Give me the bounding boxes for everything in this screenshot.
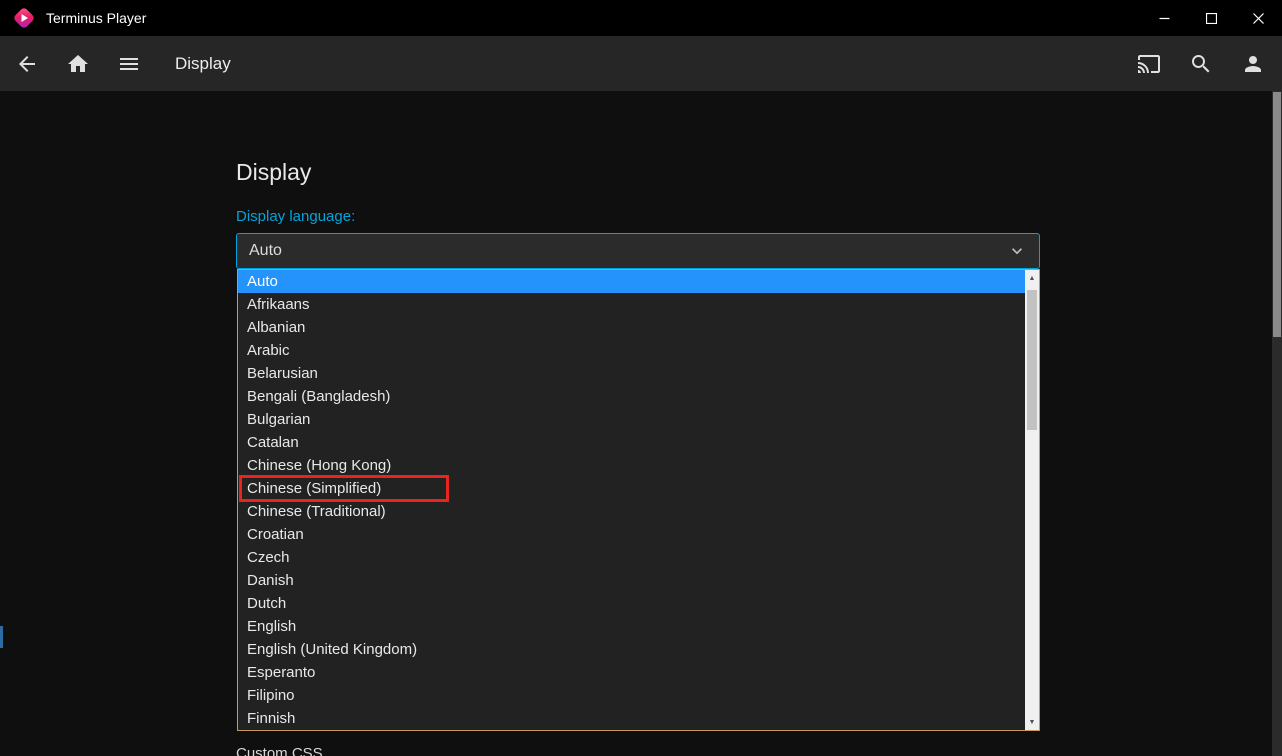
- select-current-value: Auto: [249, 242, 1007, 260]
- toolbar-page-title: Display: [175, 54, 231, 74]
- dropdown-option-label: Esperanto: [247, 664, 315, 681]
- chevron-down-icon: [1007, 241, 1027, 261]
- dropdown-option-label: Chinese (Simplified): [247, 480, 381, 497]
- dropdown-option[interactable]: Catalan: [238, 431, 1025, 454]
- cast-icon: [1137, 52, 1161, 76]
- search-icon: [1189, 52, 1213, 76]
- window-controls: [1141, 0, 1282, 36]
- dropdown-option-label: Dutch: [247, 595, 286, 612]
- page-scrollbar-thumb[interactable]: [1273, 92, 1281, 337]
- app-title: Terminus Player: [46, 10, 146, 26]
- dropdown-option-label: Danish: [247, 572, 294, 589]
- dropdown-option[interactable]: Filipino: [238, 684, 1025, 707]
- settings-page: Display Display language: Auto Auto Afrik…: [0, 91, 1282, 756]
- scroll-up-button[interactable]: ▲: [1025, 270, 1039, 286]
- language-dropdown-list: Auto Afrikaans Albanian Arabic Belarusian Ben…: [237, 269, 1040, 731]
- dropdown-option[interactable]: Chinese (Hong Kong): [238, 454, 1025, 477]
- left-edge-indicator: [0, 626, 3, 648]
- dropdown-option-label: Auto: [247, 273, 278, 290]
- dropdown-option-label: Arabic: [247, 342, 290, 359]
- dropdown-option[interactable]: Croatian: [238, 523, 1025, 546]
- dropdown-option-label: Finnish: [247, 710, 295, 727]
- close-button[interactable]: [1235, 0, 1282, 36]
- dropdown-option-label: English: [247, 618, 296, 635]
- app-toolbar: Display: [0, 36, 1282, 91]
- minimize-button[interactable]: [1141, 0, 1188, 36]
- dropdown-option[interactable]: Afrikaans: [238, 293, 1025, 316]
- close-icon: [1253, 13, 1264, 24]
- toolbar-right-actions: [1110, 36, 1266, 91]
- dropdown-scrollbar[interactable]: ▲ ▼: [1025, 270, 1039, 730]
- maximize-button[interactable]: [1188, 0, 1235, 36]
- dropdown-option[interactable]: Belarusian: [238, 362, 1025, 385]
- maximize-icon: [1206, 13, 1217, 24]
- dropdown-option[interactable]: Auto: [238, 270, 1025, 293]
- dropdown-option-label: Czech: [247, 549, 290, 566]
- dropdown-option[interactable]: Danish: [238, 569, 1025, 592]
- custom-css-heading: Custom CSS: [236, 745, 323, 756]
- search-button[interactable]: [1188, 51, 1214, 77]
- dropdown-option[interactable]: Chinese (Simplified): [238, 477, 1025, 500]
- dropdown-option-label: Chinese (Traditional): [247, 503, 386, 520]
- dropdown-option-label: English (United Kingdom): [247, 641, 417, 658]
- dropdown-option-label: Afrikaans: [247, 296, 310, 313]
- dropdown-option[interactable]: Finnish: [238, 707, 1025, 730]
- dropdown-option[interactable]: Chinese (Traditional): [238, 500, 1025, 523]
- home-icon: [66, 52, 90, 76]
- dropdown-option-label: Catalan: [247, 434, 299, 451]
- dropdown-option-label: Filipino: [247, 687, 295, 704]
- back-arrow-icon: [15, 52, 39, 76]
- display-settings-content: Display Display language: Auto: [236, 91, 1040, 269]
- display-language-select[interactable]: Auto: [236, 233, 1040, 269]
- dropdown-option[interactable]: Dutch: [238, 592, 1025, 615]
- dropdown-option[interactable]: Esperanto: [238, 661, 1025, 684]
- home-button[interactable]: [65, 51, 91, 77]
- app-logo-icon: [12, 6, 36, 30]
- menu-button[interactable]: [116, 51, 142, 77]
- dropdown-options: Auto Afrikaans Albanian Arabic Belarusian Ben…: [238, 270, 1025, 730]
- dropdown-option-label: Chinese (Hong Kong): [247, 457, 391, 474]
- dropdown-option[interactable]: English: [238, 615, 1025, 638]
- dropdown-option[interactable]: Albanian: [238, 316, 1025, 339]
- scroll-down-button[interactable]: ▼: [1025, 714, 1039, 730]
- dropdown-option[interactable]: Bengali (Bangladesh): [238, 385, 1025, 408]
- dropdown-option-label: Albanian: [247, 319, 305, 336]
- dropdown-option-label: Croatian: [247, 526, 304, 543]
- menu-icon: [117, 52, 141, 76]
- dropdown-option-label: Belarusian: [247, 365, 318, 382]
- dropdown-option-label: Bengali (Bangladesh): [247, 388, 390, 405]
- titlebar: Terminus Player: [0, 0, 1282, 36]
- dropdown-scrollbar-thumb[interactable]: [1027, 290, 1037, 430]
- page-scrollbar[interactable]: [1272, 91, 1282, 756]
- dropdown-option[interactable]: English (United Kingdom): [238, 638, 1025, 661]
- cast-button[interactable]: [1136, 51, 1162, 77]
- person-icon: [1241, 52, 1265, 76]
- page-heading: Display: [236, 91, 1040, 186]
- dropdown-option[interactable]: Bulgarian: [238, 408, 1025, 431]
- dropdown-option[interactable]: Czech: [238, 546, 1025, 569]
- dropdown-option[interactable]: Arabic: [238, 339, 1025, 362]
- back-button[interactable]: [14, 51, 40, 77]
- dropdown-option-label: Bulgarian: [247, 411, 310, 428]
- display-language-label: Display language:: [236, 208, 1040, 226]
- minimize-icon: [1159, 13, 1170, 24]
- user-button[interactable]: [1240, 51, 1266, 77]
